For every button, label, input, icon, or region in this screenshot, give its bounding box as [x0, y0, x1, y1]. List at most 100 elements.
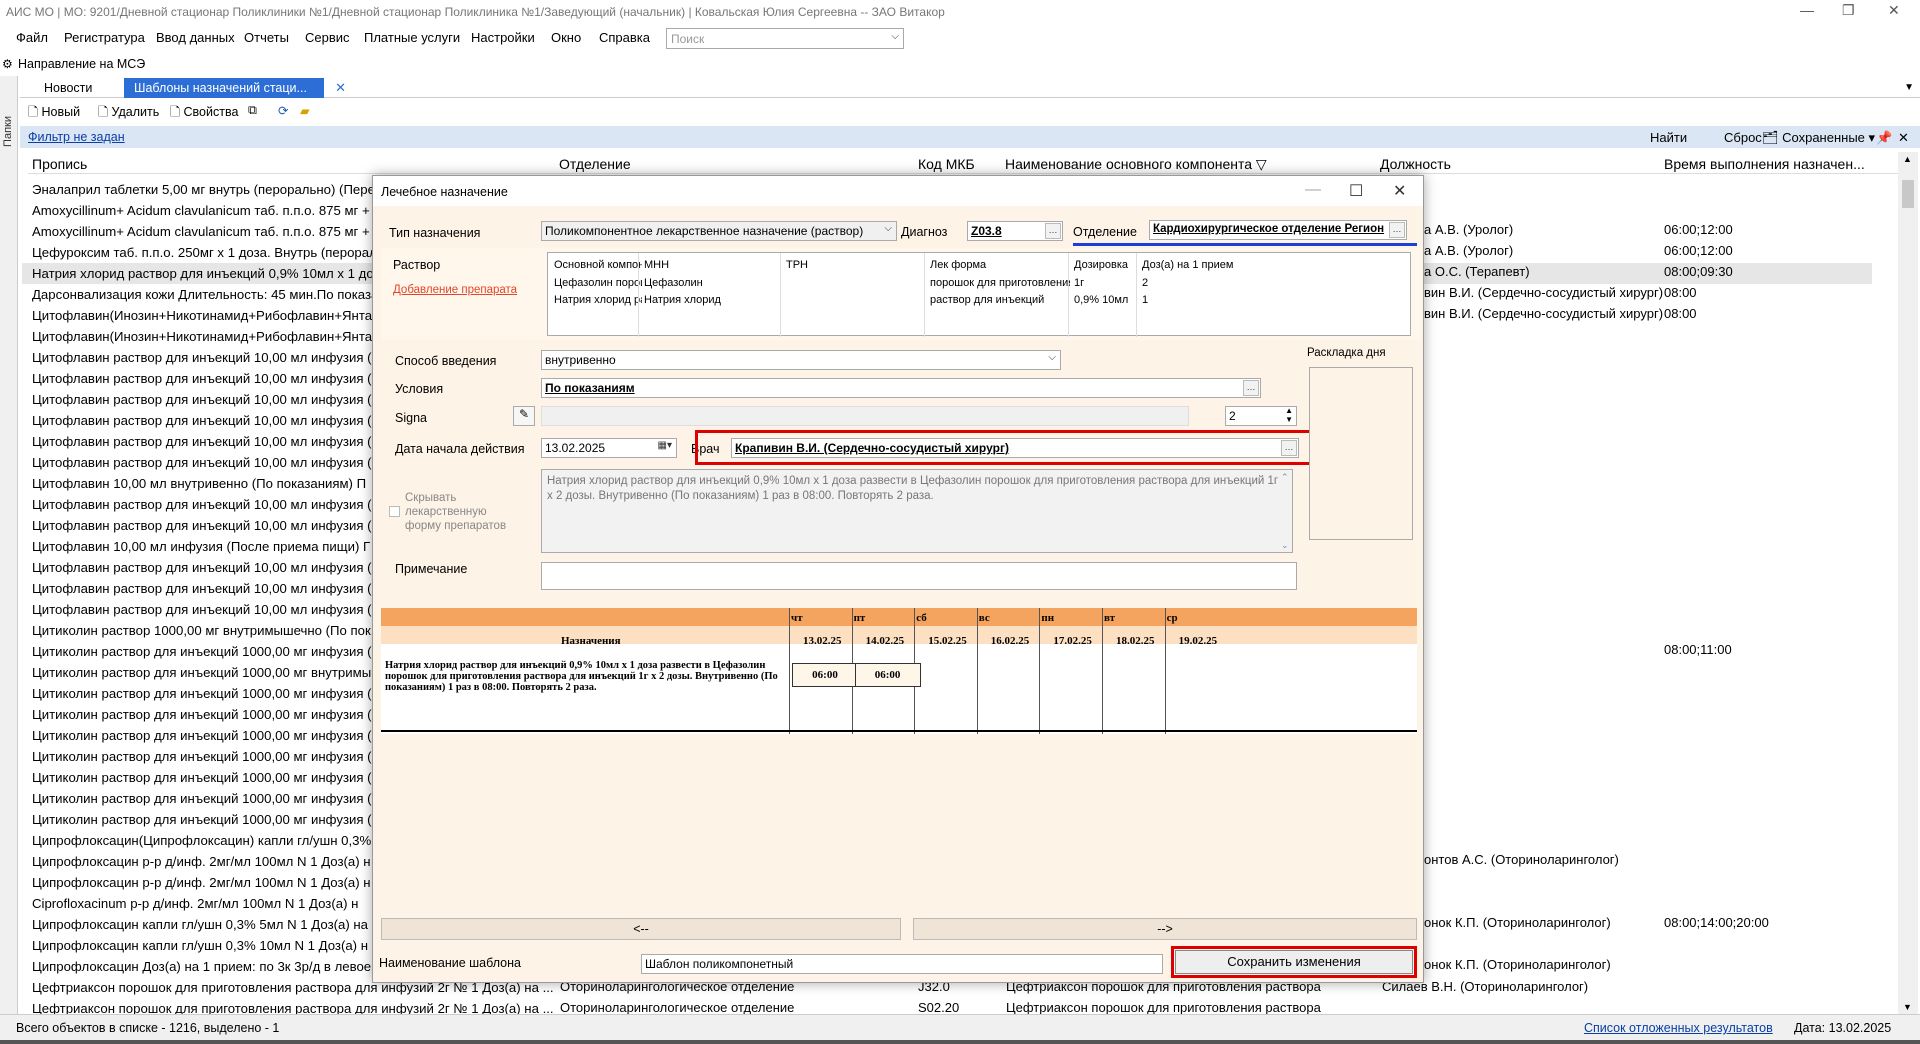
components-cell[interactable]: раствор для инъекций — [930, 294, 1070, 306]
reset-button[interactable]: Сброс — [1724, 130, 1762, 145]
col-header-position[interactable]: Должность — [1380, 156, 1451, 172]
filter-link[interactable]: Фильтр не задан — [28, 130, 125, 144]
table-row[interactable]: Цитофлавин раствор для инъекций 10,00 мл… — [32, 455, 381, 476]
properties-button[interactable]: 🗋 Свойства — [170, 103, 238, 124]
pencil-icon[interactable]: ✎ — [513, 406, 535, 426]
components-cell[interactable]: 2 — [1142, 277, 1252, 289]
close-window-button[interactable]: ✕ — [1888, 2, 1900, 19]
table-row[interactable]: Цитофлавин раствор для инъекций 10,00 мл… — [32, 413, 381, 434]
table-row[interactable]: Цитиколин раствор для инъекций 1000,00 м… — [32, 791, 381, 812]
dialog-maximize-button[interactable]: ☐ — [1349, 181, 1363, 201]
col-header-time[interactable]: Время выполнения назначен... — [1664, 156, 1865, 172]
type-select[interactable]: Поликомпонентное лекарственное назначени… — [541, 221, 897, 241]
table-row[interactable]: Цитофлавин раствор для инъекций 10,00 мл… — [32, 581, 381, 602]
add-drug-link[interactable]: Добавление препарата — [393, 284, 517, 296]
diag-field[interactable]: Z03.8… — [967, 221, 1063, 241]
scroll-thumb[interactable] — [1902, 180, 1914, 208]
table-row[interactable]: Цитиколин раствор для инъекций 1000,00 м… — [32, 665, 382, 686]
more-icon[interactable]: … — [1389, 222, 1405, 238]
components-cell[interactable]: 1г — [1074, 277, 1138, 289]
tab-news[interactable]: Новости — [34, 78, 102, 98]
table-row[interactable]: Ципрофлоксацин Доз(а) на 1 прием: по 3к … — [32, 959, 371, 980]
start-date-field[interactable]: 13.02.2025 ▦▾ — [541, 438, 677, 458]
more-icon[interactable]: … — [1243, 380, 1259, 396]
table-row[interactable]: Цитофлавин раствор для инъекций 10,00 мл… — [32, 392, 381, 413]
table-row[interactable]: Цитофлавин 10,00 мл инфузия (После прием… — [32, 539, 370, 560]
table-row[interactable]: Цитиколин раствор для инъекций 1000,00 м… — [32, 770, 381, 791]
new-button[interactable]: 🗋 Новый — [28, 103, 80, 124]
signa-field[interactable] — [541, 406, 1189, 426]
grid-scrollbar[interactable]: ▲ ▼ — [1898, 152, 1918, 1014]
col-header-component[interactable]: Наименование основного компонента ▽ — [1005, 156, 1267, 173]
table-row[interactable]: Ципрофлоксацин(Ципрофлоксацин) капли гл/… — [32, 833, 382, 854]
components-cell[interactable]: порошок для приготовления ... — [930, 277, 1070, 289]
menu-service[interactable]: Сервис — [305, 30, 350, 45]
calendar-icon[interactable]: ▦▾ — [658, 440, 672, 451]
table-row[interactable]: Amoxycillinum+ Acidum clavulanicum таб. … — [32, 224, 370, 245]
scroll-up-icon[interactable]: ▲ — [1903, 154, 1912, 164]
note-field[interactable] — [541, 562, 1297, 590]
dialog-close-button[interactable]: ✕ — [1393, 181, 1406, 201]
table-row[interactable]: Цитиколин раствор для инъекций 1000,00 м… — [32, 749, 381, 770]
table-row[interactable]: Ципрофлоксацин капли гл/ушн 0,3% 5мл N 1… — [32, 917, 368, 938]
table-row[interactable]: Дарсонвализация кожи Длительность: 45 ми… — [32, 287, 378, 308]
components-cell[interactable]: 1 — [1142, 294, 1252, 306]
menu-reports[interactable]: Отчеты — [244, 30, 289, 45]
table-row[interactable]: Цитиколин раствор для инъекций 1000,00 м… — [32, 707, 381, 728]
table-row[interactable]: Цитиколин раствор 1000,00 мг внутримышеч… — [32, 623, 371, 644]
table-row[interactable]: Ciprofloxacinum р-р д/инф. 2мг/мл 100мл … — [32, 896, 358, 917]
maximize-button[interactable]: ❐ — [1842, 2, 1855, 19]
table-row[interactable]: Цитиколин раствор для инъекций 1000,00 м… — [32, 728, 381, 749]
table-row[interactable]: Ципрофлоксацин р-р д/инф. 2мг/мл 100мл N… — [32, 875, 371, 896]
scroll-down-icon[interactable]: ▼ — [1903, 1002, 1912, 1012]
menu-paid-services[interactable]: Платные услуги — [364, 30, 460, 45]
table-row[interactable]: Цитофлавин раствор для инъекций 10,00 мл… — [32, 518, 381, 539]
schedule-slot[interactable]: 06:00 — [792, 663, 858, 687]
components-grid[interactable]: Основной компон...МНН ТРН Лек форма Дозиров… — [547, 252, 1411, 337]
tabs-dropdown-icon[interactable]: ▼ — [1904, 82, 1914, 93]
template-name-field[interactable]: Шаблон поликомпонетный — [641, 954, 1163, 974]
menu-registry[interactable]: Регистратура — [64, 30, 145, 45]
more-icon[interactable]: … — [1045, 223, 1061, 239]
day-plan-box[interactable] — [1309, 367, 1413, 540]
components-cell[interactable]: Натрия хлорид — [644, 294, 784, 306]
table-row[interactable]: Amoxycillinum+ Acidum clavulanicum таб. … — [32, 203, 370, 224]
components-cell[interactable]: Цефазолин порош... — [554, 277, 642, 289]
tab-templates[interactable]: Шаблоны назначений стаци... ✕ — [124, 78, 346, 98]
table-row[interactable]: Натрия хлорид раствор для инъекций 0,9% … — [32, 266, 380, 287]
menu-help[interactable]: Справка — [599, 30, 650, 45]
col-header-dept[interactable]: Отделение — [559, 156, 631, 172]
table-row[interactable]: Ципрофлоксацин капли гл/ушн 0,3% 10мл N … — [32, 938, 368, 959]
menu-window[interactable]: Окно — [551, 30, 581, 45]
search-input[interactable]: Поиск ⌵ — [666, 28, 904, 49]
menu-file[interactable]: Файл — [16, 30, 48, 45]
table-row[interactable]: Цитофлавин(Инозин+Никотинамид+Рибофлавин… — [32, 308, 379, 329]
dialog-minimize-button[interactable]: — — [1305, 181, 1321, 199]
close-filter-icon[interactable]: ✕ — [1898, 130, 1909, 146]
table-row[interactable]: Эналаприл таблетки 5,00 мг внутрь (перор… — [32, 182, 375, 203]
hide-form-checkbox[interactable] — [389, 506, 400, 517]
menu-settings[interactable]: Настройки — [471, 30, 535, 45]
table-row[interactable]: Цитофлавин раствор для инъекций 10,00 мл… — [32, 560, 381, 581]
table-row[interactable]: Цитиколин раствор для инъекций 1000,00 м… — [32, 812, 381, 833]
menu-data-input[interactable]: Ввод данных — [156, 30, 235, 45]
components-cell[interactable]: Натрия хлорид ра... — [554, 294, 642, 306]
table-row[interactable]: Цитиколин раствор для инъекций 1000,00 м… — [32, 644, 381, 665]
deferred-results-link[interactable]: Список отложенных результатов — [1584, 1021, 1773, 1035]
preview-scroll-icon[interactable]: ⌃ — [1281, 472, 1289, 483]
next-week-button[interactable]: --> — [913, 918, 1417, 940]
folders-sidebar[interactable]: Папки — [0, 76, 18, 1016]
route-select[interactable]: внутривенно ⌵ — [541, 350, 1061, 370]
signa-count-stepper[interactable]: 2 ▲ ▼ — [1225, 406, 1297, 426]
folder-icon[interactable]: ▰ — [300, 103, 310, 118]
table-row[interactable]: Цитофлавин раствор для инъекций 10,00 мл… — [32, 602, 381, 623]
prev-week-button[interactable]: <-- — [381, 918, 901, 940]
stepper-icon[interactable]: ▲ ▼ — [1285, 407, 1293, 424]
table-row[interactable]: Цитофлавин раствор для инъекций 10,00 мл… — [32, 434, 381, 455]
components-cell[interactable]: Цефазолин — [644, 277, 784, 289]
col-header-propis[interactable]: Пропись — [32, 156, 87, 172]
chevron-down-icon[interactable]: ⌵ — [891, 31, 899, 42]
delete-button[interactable]: 🗋 Удалить — [98, 103, 159, 124]
conditions-field[interactable]: По показаниям… — [541, 378, 1261, 398]
refresh-icon[interactable]: ⟳ — [278, 103, 288, 118]
